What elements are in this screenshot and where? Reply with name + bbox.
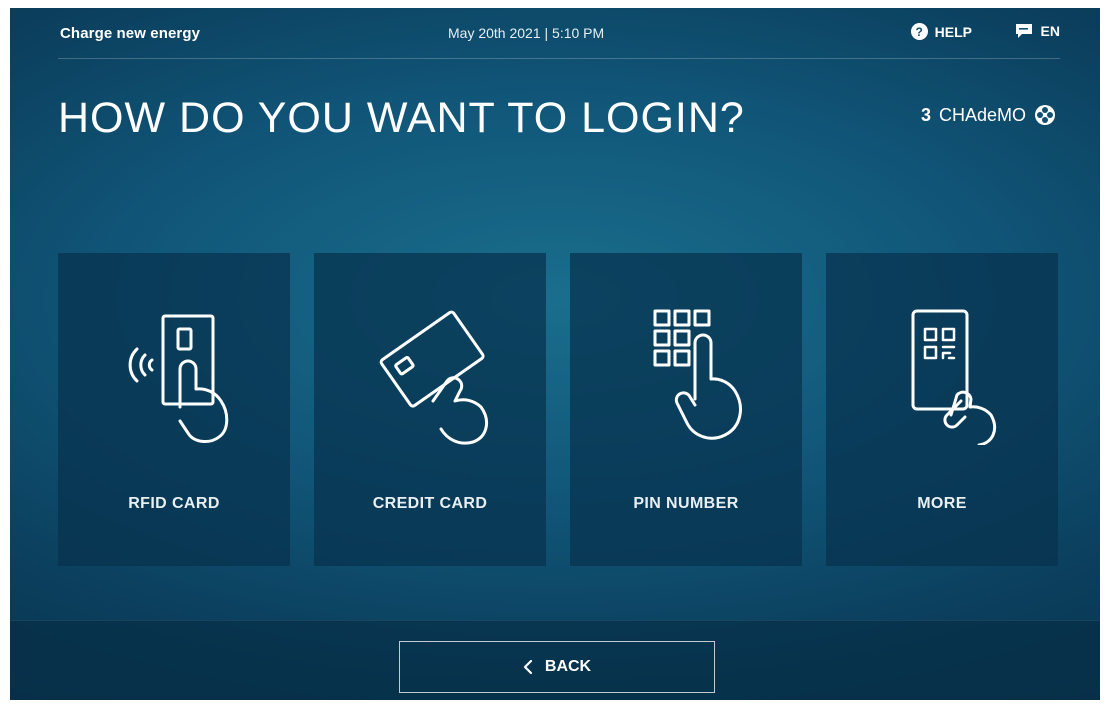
option-label: MORE <box>917 495 967 512</box>
date-time: May 20th 2021 | 5:10 PM <box>448 25 605 41</box>
option-rfid-card[interactable]: RFID CARD <box>58 253 290 566</box>
option-credit-card[interactable]: CREDIT CARD <box>314 253 546 566</box>
credit-card-icon <box>379 310 489 445</box>
option-label: PIN NUMBER <box>633 495 739 512</box>
question-circle-icon: ? <box>910 23 928 40</box>
connector-number: 3 <box>920 104 931 125</box>
connector-name: CHAdeMO <box>938 104 1026 125</box>
language-label: EN <box>1040 23 1060 39</box>
chademo-plug-icon <box>1035 105 1055 125</box>
kiosk-screen: Charge new energy May 20th 2021 | 5:10 P… <box>10 8 1100 700</box>
chat-bubble-icon <box>1015 24 1032 38</box>
page-title: HOW DO YOU WANT TO LOGIN? <box>58 94 745 142</box>
top-bar: Charge new energy May 20th 2021 | 5:10 P… <box>58 8 1060 59</box>
help-button[interactable]: ? HELP <box>910 23 972 40</box>
language-button[interactable]: EN <box>1015 23 1060 39</box>
qr-phone-icon <box>911 309 996 445</box>
help-label: HELP <box>934 23 972 40</box>
chevron-left-icon <box>523 659 532 675</box>
rfid-card-icon <box>128 314 229 443</box>
option-more[interactable]: MORE <box>826 253 1058 566</box>
option-label: RFID CARD <box>128 495 220 512</box>
pin-keypad-icon <box>653 309 742 440</box>
back-label: BACK <box>544 658 592 675</box>
connector-info: 3 CHAdeMO <box>921 104 1056 126</box>
back-button[interactable]: BACK <box>399 641 715 693</box>
option-label: CREDIT CARD <box>372 495 488 512</box>
brand-name: Charge new energy <box>60 25 201 42</box>
login-options: RFID CARD CREDIT CARD PIN NUMBER MORE <box>58 253 1058 566</box>
footer-bar: BACK <box>10 620 1100 700</box>
option-pin-number[interactable]: PIN NUMBER <box>570 253 802 566</box>
